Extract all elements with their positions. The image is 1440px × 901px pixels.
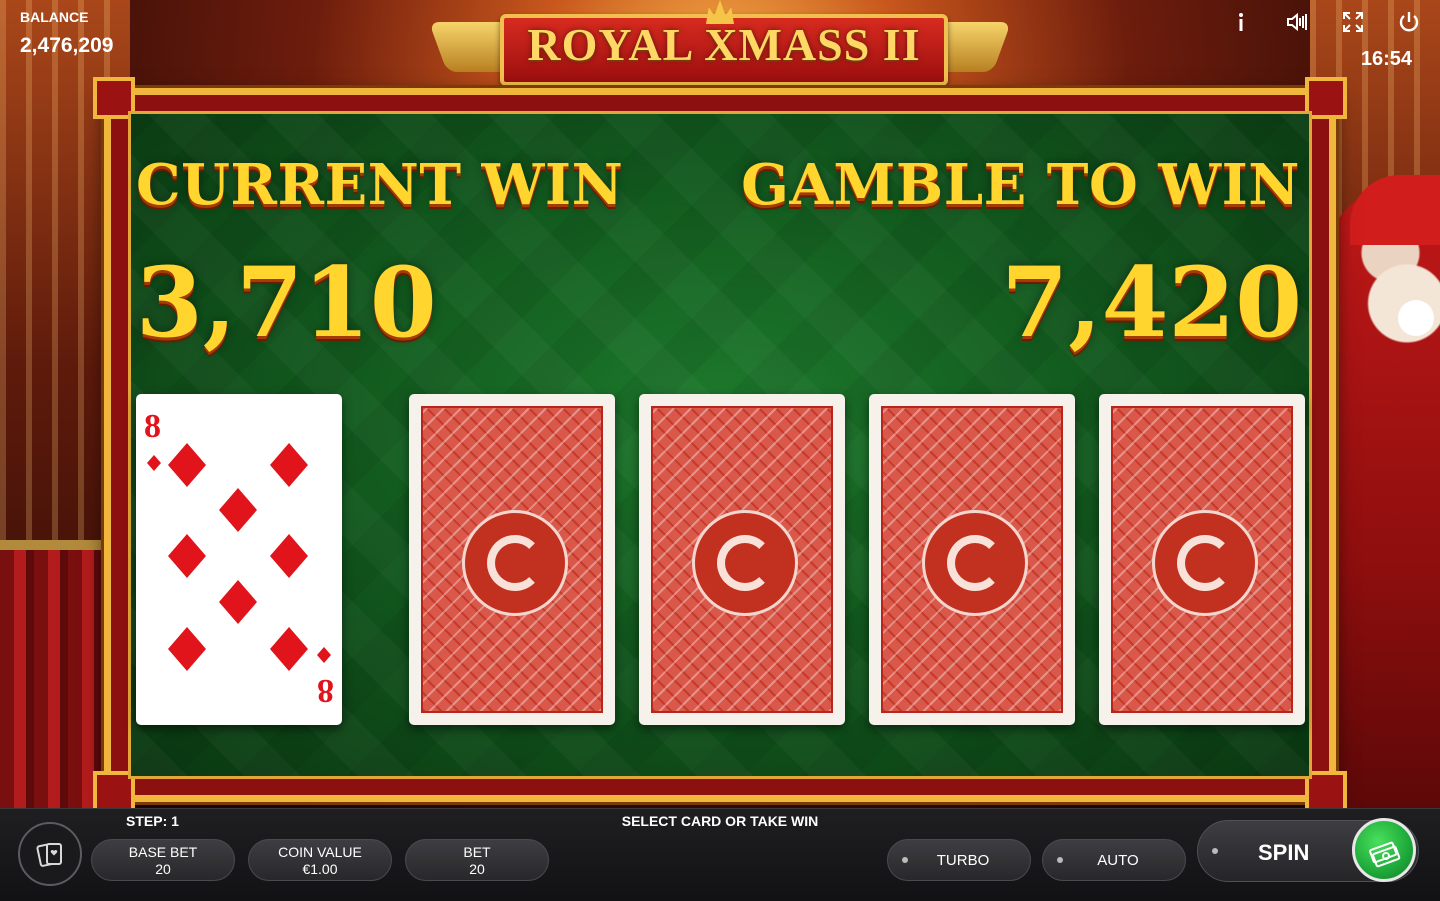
card-back-emblem-icon [1152, 509, 1258, 616]
turbo-label: TURBO [936, 852, 990, 869]
take-win-cash-icon[interactable] [1352, 818, 1416, 882]
gamble-to-win-label: GAMBLE TO WIN [741, 152, 1300, 218]
diamond-icon [168, 534, 206, 578]
card-back-emblem-icon [922, 509, 1028, 616]
face-down-card-3[interactable] [869, 394, 1075, 725]
card-back-emblem-icon [462, 509, 568, 616]
current-win-label: CURRENT WIN [136, 152, 624, 218]
diamond-icon [168, 627, 206, 671]
base-bet-label: BASE BET [128, 844, 198, 860]
game-logo: ROYAL XMASS II [428, 0, 1012, 86]
sound-icon[interactable] [1282, 8, 1312, 36]
gamble-to-win-value: 7,420 [1001, 246, 1302, 359]
coin-value-label: COIN VALUE [278, 844, 362, 860]
top-icon-bar [1226, 8, 1424, 36]
clock: 16:54 [1360, 48, 1412, 70]
face-down-card-2[interactable] [639, 394, 845, 725]
paytable-button[interactable] [18, 822, 82, 886]
diamond-icon [270, 534, 308, 578]
card-rank-bottom: 8 [317, 672, 334, 709]
coin-value-value: €1.00 [302, 861, 338, 877]
toggle-indicator [1212, 848, 1218, 854]
auto-toggle[interactable]: AUTO [1042, 839, 1186, 881]
face-down-card-1[interactable] [409, 394, 615, 725]
power-icon[interactable] [1394, 8, 1424, 36]
auto-label: AUTO [1097, 852, 1139, 869]
spin-button[interactable]: SPIN [1197, 818, 1419, 882]
diamond-icon [270, 627, 308, 671]
dealer-card: 8 8 [136, 394, 342, 725]
card-rank-top: 8 [144, 408, 161, 445]
diamond-icon [147, 455, 161, 471]
turbo-toggle[interactable]: TURBO [887, 839, 1031, 881]
diamond-icon [168, 443, 206, 487]
cards-icon [36, 843, 62, 867]
santa-hat-pom [1398, 300, 1434, 336]
balance-label: BALANCE [20, 9, 89, 25]
current-win-value: 3,710 [136, 246, 437, 359]
diamond-icon [317, 647, 331, 663]
bet-display[interactable]: BET 20 [405, 839, 549, 881]
game-title: ROYAL XMASS II [527, 19, 921, 70]
bet-label: BET [463, 844, 491, 860]
face-down-card-4[interactable] [1099, 394, 1305, 725]
base-bet-display: BASE BET 20 [91, 839, 235, 881]
base-bet-value: 20 [155, 861, 171, 877]
fullscreen-icon[interactable] [1338, 8, 1368, 36]
coin-value-display[interactable]: COIN VALUE €1.00 [248, 839, 392, 881]
diamond-icon [219, 488, 257, 532]
card-back-emblem-icon [692, 509, 798, 616]
diamond-icon [270, 443, 308, 487]
spin-label: SPIN [1258, 840, 1310, 865]
info-icon[interactable] [1226, 8, 1256, 36]
diamond-icon [219, 580, 257, 624]
bet-value: 20 [469, 861, 485, 877]
santa-character [1330, 190, 1440, 820]
balance-value: 2,476,209 [20, 34, 114, 57]
